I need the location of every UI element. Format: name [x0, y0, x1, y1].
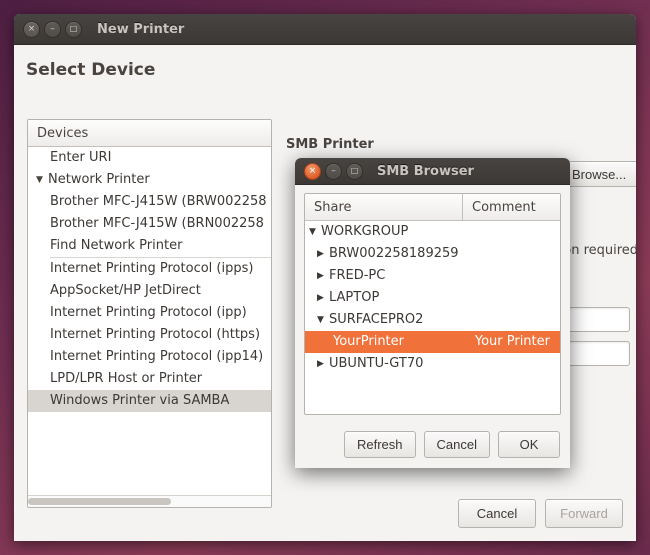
device-list-item-label: Windows Printer via SAMBA: [50, 393, 230, 408]
share-name: WORKGROUP: [321, 224, 409, 239]
chevron-right-icon[interactable]: ▶: [317, 265, 329, 287]
chevron-right-icon[interactable]: ▶: [317, 353, 329, 375]
share-name: BRW002258189259: [329, 246, 459, 261]
device-list-item[interactable]: Find Network Printer: [28, 235, 271, 257]
close-glyph: ×: [27, 23, 36, 34]
device-list-item[interactable]: ▼ Network Printer: [28, 169, 271, 191]
device-list-item-label: Internet Printing Protocol (ipp14): [50, 349, 264, 364]
minimize-icon[interactable]: –: [325, 162, 342, 180]
share-tree-row[interactable]: ▼ WORKGROUP: [305, 221, 560, 243]
scrollbar-thumb[interactable]: [28, 498, 171, 505]
cancel-button[interactable]: Cancel: [423, 431, 490, 458]
share-tree-row[interactable]: ▶ LAPTOP: [305, 287, 560, 309]
smb-printer-section-title: SMB Printer: [286, 137, 374, 152]
smb-browser-action-bar: Refresh Cancel OK: [344, 431, 560, 458]
chevron-right-icon[interactable]: ▶: [317, 287, 329, 309]
devices-horizontal-scrollbar[interactable]: [28, 495, 271, 507]
share-tree-row[interactable]: ▶ BRW002258189259: [305, 243, 560, 265]
maximize-glyph: □: [350, 166, 359, 175]
minimize-icon[interactable]: –: [44, 20, 61, 38]
devices-list[interactable]: Enter URI ▼ Network Printer Brother MFC-J41…: [28, 147, 271, 483]
smb-browser-title: SMB Browser: [377, 163, 474, 179]
device-list-item[interactable]: Internet Printing Protocol (ipp): [28, 302, 271, 324]
share-panel: Share Comment ▼ WORKGROUP ▶ BRW002258189259…: [304, 193, 561, 415]
refresh-button[interactable]: Refresh: [344, 431, 416, 458]
device-list-item[interactable]: LPD/LPR Host or Printer: [28, 368, 271, 390]
device-list-item[interactable]: Brother MFC-J415W (BRW002258: [28, 191, 271, 213]
browse-button[interactable]: Browse...: [560, 161, 636, 187]
device-list-item[interactable]: AppSocket/HP JetDirect: [28, 280, 271, 302]
cancel-button[interactable]: Cancel: [458, 499, 536, 528]
device-list-item-label: Internet Printing Protocol (ipp): [50, 305, 247, 320]
devices-header-label: Devices: [37, 125, 89, 141]
share-column-headers: Share Comment: [305, 194, 560, 221]
device-list-item[interactable]: Internet Printing Protocol (https): [28, 324, 271, 346]
share-tree-row[interactable]: ▼ SURFACEPRO2: [305, 309, 560, 331]
device-list-item[interactable]: Internet Printing Protocol (ipp14): [28, 346, 271, 368]
smb-browser-body: Share Comment ▼ WORKGROUP ▶ BRW002258189259…: [295, 185, 570, 468]
device-list-item[interactable]: Windows Printer via SAMBA: [28, 390, 271, 412]
chevron-down-icon[interactable]: ▼: [36, 169, 48, 191]
share-column-header[interactable]: Share: [305, 194, 463, 220]
close-icon[interactable]: ×: [23, 20, 40, 38]
device-list-item-label: LPD/LPR Host or Printer: [50, 371, 203, 386]
device-list-item[interactable]: Brother MFC-J415W (BRN002258: [28, 213, 271, 235]
share-name: FRED-PC: [329, 268, 386, 283]
device-list-item-label: Enter URI: [50, 150, 112, 165]
share-name: YourPrinter: [333, 334, 404, 349]
share-tree-row[interactable]: ▶ UBUNTU-GT70: [305, 353, 560, 375]
device-list-item-label: AppSocket/HP JetDirect: [50, 283, 201, 298]
share-tree-row[interactable]: ▶ FRED-PC: [305, 265, 560, 287]
page-title: Select Device: [26, 60, 156, 80]
main-window-title: New Printer: [97, 21, 185, 37]
ok-button[interactable]: OK: [498, 431, 560, 458]
chevron-right-icon[interactable]: ▶: [317, 243, 329, 265]
forward-button[interactable]: Forward: [545, 499, 623, 528]
device-list-item[interactable]: Enter URI: [28, 147, 271, 169]
main-window-action-bar: Cancel Forward: [458, 499, 623, 528]
devices-column-header[interactable]: Devices: [28, 120, 271, 147]
comment-column-header[interactable]: Comment: [463, 194, 560, 220]
maximize-icon[interactable]: □: [65, 20, 82, 38]
devices-panel: Devices Enter URI ▼ Network Printer Brother…: [27, 119, 272, 508]
device-list-item-label: Network Printer: [48, 172, 150, 187]
close-glyph: ×: [308, 165, 317, 176]
share-comment: Your Printer: [474, 334, 550, 349]
device-list-item-label: Internet Printing Protocol (ipps): [50, 261, 254, 276]
share-column-label: Share: [314, 199, 352, 215]
device-list-item-label: Find Network Printer: [50, 238, 183, 253]
chevron-down-icon[interactable]: ▼: [309, 221, 321, 243]
share-name: UBUNTU-GT70: [329, 356, 424, 371]
device-list-item-label: Brother MFC-J415W (BRW002258: [50, 194, 267, 209]
minimize-glyph: –: [50, 23, 55, 34]
close-icon[interactable]: ×: [304, 162, 321, 180]
device-list-item-label: Internet Printing Protocol (https): [50, 327, 261, 342]
share-name: SURFACEPRO2: [329, 312, 424, 327]
minimize-glyph: –: [331, 165, 336, 176]
device-list-item[interactable]: Internet Printing Protocol (ipps): [28, 258, 271, 280]
share-tree-list[interactable]: ▼ WORKGROUP ▶ BRW002258189259 ▶ FRED-PC ▶ LAPTO…: [305, 221, 560, 375]
maximize-icon[interactable]: □: [346, 162, 363, 180]
share-tree-row[interactable]: YourPrinter Your Printer: [305, 331, 560, 353]
smb-browser-titlebar[interactable]: × – □ SMB Browser: [295, 158, 570, 185]
maximize-glyph: □: [69, 24, 78, 33]
device-list-item-label: Brother MFC-J415W (BRN002258: [50, 216, 264, 231]
chevron-down-icon[interactable]: ▼: [317, 309, 329, 331]
comment-column-label: Comment: [472, 199, 536, 215]
main-window-titlebar[interactable]: × – □ New Printer: [14, 14, 636, 45]
share-name: LAPTOP: [329, 290, 380, 305]
smb-browser-dialog: × – □ SMB Browser Share Comment ▼ WORKGRO…: [295, 158, 570, 468]
